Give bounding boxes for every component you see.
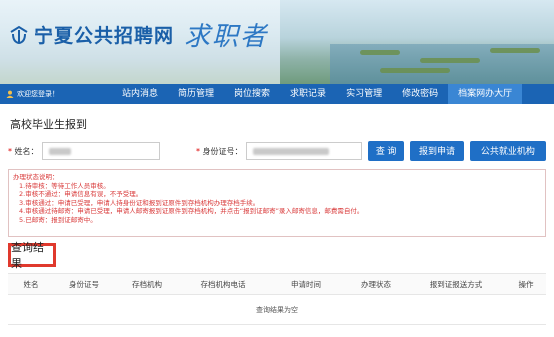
nav-items: 站内消息 简历管理 岗位搜索 求职记录 实习管理 修改密码 档案网办大厅 bbox=[112, 84, 523, 104]
banner-reed bbox=[380, 68, 450, 73]
column-header: 身份证号 bbox=[69, 279, 99, 289]
report-apply-button[interactable]: 报到申请 bbox=[410, 141, 464, 161]
name-label: * 姓名： bbox=[8, 146, 39, 156]
site-logo[interactable]: 宁夏公共招聘网 求职者 bbox=[8, 16, 268, 53]
notice-line: 2.审核不通过：申请信息有误，不予受理。 bbox=[19, 190, 143, 198]
nav-item-job-search[interactable]: 岗位搜索 bbox=[224, 84, 280, 104]
name-input[interactable] bbox=[41, 142, 160, 160]
notice-line: 1.待审核：等待工作人员审核。 bbox=[19, 181, 110, 190]
main-nav: 欢迎您登录！ 站内消息 简历管理 岗位搜索 求职记录 实习管理 修改密码 档案网… bbox=[0, 84, 554, 104]
page-title: 高校毕业生报到 bbox=[10, 118, 87, 131]
results-table: 姓名 身份证号 存档机构 存档机构电话 申请时间 办理状态 报到证报送方式 操作… bbox=[8, 273, 546, 325]
user-icon bbox=[6, 90, 14, 98]
results-title: 查询结果 bbox=[11, 241, 44, 270]
table-header: 姓名 身份证号 存档机构 存档机构电话 申请时间 办理状态 报到证报送方式 操作 bbox=[8, 273, 546, 295]
banner-reed bbox=[420, 58, 480, 63]
column-header: 操作 bbox=[518, 279, 534, 289]
notice-title: 办理状态说明： bbox=[13, 173, 59, 181]
nav-item-archive-hall[interactable]: 档案网办大厅 bbox=[448, 84, 523, 104]
welcome-text: 欢迎您登录！ bbox=[17, 90, 59, 98]
id-number-input[interactable] bbox=[245, 142, 362, 160]
nav-item-internship[interactable]: 实习管理 bbox=[336, 84, 392, 104]
nav-item-job-records[interactable]: 求职记录 bbox=[280, 84, 336, 104]
notice-line: 3.审核通过：申请已受理，申请人持身份证和报到证原件到存档机构办理存档手续。 bbox=[19, 198, 260, 207]
empty-result-row: 查询结果为空 bbox=[8, 295, 546, 325]
redacted-value bbox=[252, 148, 329, 155]
column-header: 存档机构电话 bbox=[200, 279, 246, 289]
column-header: 办理状态 bbox=[361, 279, 391, 289]
notice-line: 4.审核通过待邮寄：申请已受理，申请人邮寄报到证原件到存档机构，并点击“报到证邮… bbox=[19, 207, 364, 215]
banner-reed bbox=[360, 50, 400, 55]
column-header: 存档机构 bbox=[132, 279, 162, 289]
column-header: 姓名 bbox=[23, 279, 39, 289]
nav-item-messages[interactable]: 站内消息 bbox=[112, 84, 168, 104]
status-notice: 办理状态说明： 1.待审核：等待工作人员审核。 2.审核不通过：申请信息有误，不… bbox=[8, 169, 546, 237]
welcome-area: 欢迎您登录！ bbox=[0, 89, 112, 99]
grad-cap-logo-icon bbox=[10, 25, 28, 44]
banner-reed bbox=[490, 48, 540, 53]
empty-result-text: 查询结果为空 bbox=[256, 305, 298, 314]
nav-item-change-password[interactable]: 修改密码 bbox=[392, 84, 448, 104]
site-subtitle: 求职者 bbox=[184, 22, 269, 52]
site-title: 宁夏公共招聘网 bbox=[34, 25, 175, 47]
header-banner: 宁夏公共招聘网 求职者 bbox=[0, 0, 554, 84]
main-content: 高校毕业生报到 * 姓名： * 身份证号： 查 询 报到申请 公共就业机构 办理… bbox=[8, 110, 546, 325]
column-header: 申请时间 bbox=[291, 279, 321, 289]
public-employment-agency-button[interactable]: 公共就业机构 bbox=[469, 141, 546, 161]
results-title-highlight: 查询结果 bbox=[8, 241, 56, 270]
nav-item-resume[interactable]: 简历管理 bbox=[168, 84, 224, 104]
redacted-value bbox=[48, 148, 71, 155]
search-form: * 姓名： * 身份证号： 查 询 报到申请 公共就业机构 bbox=[8, 140, 546, 162]
column-header: 报到证报送方式 bbox=[429, 279, 483, 289]
id-label: * 身份证号： bbox=[195, 146, 243, 156]
query-button[interactable]: 查 询 bbox=[367, 141, 405, 161]
notice-line: 5.已邮寄：报到证邮寄中。 bbox=[19, 215, 97, 224]
